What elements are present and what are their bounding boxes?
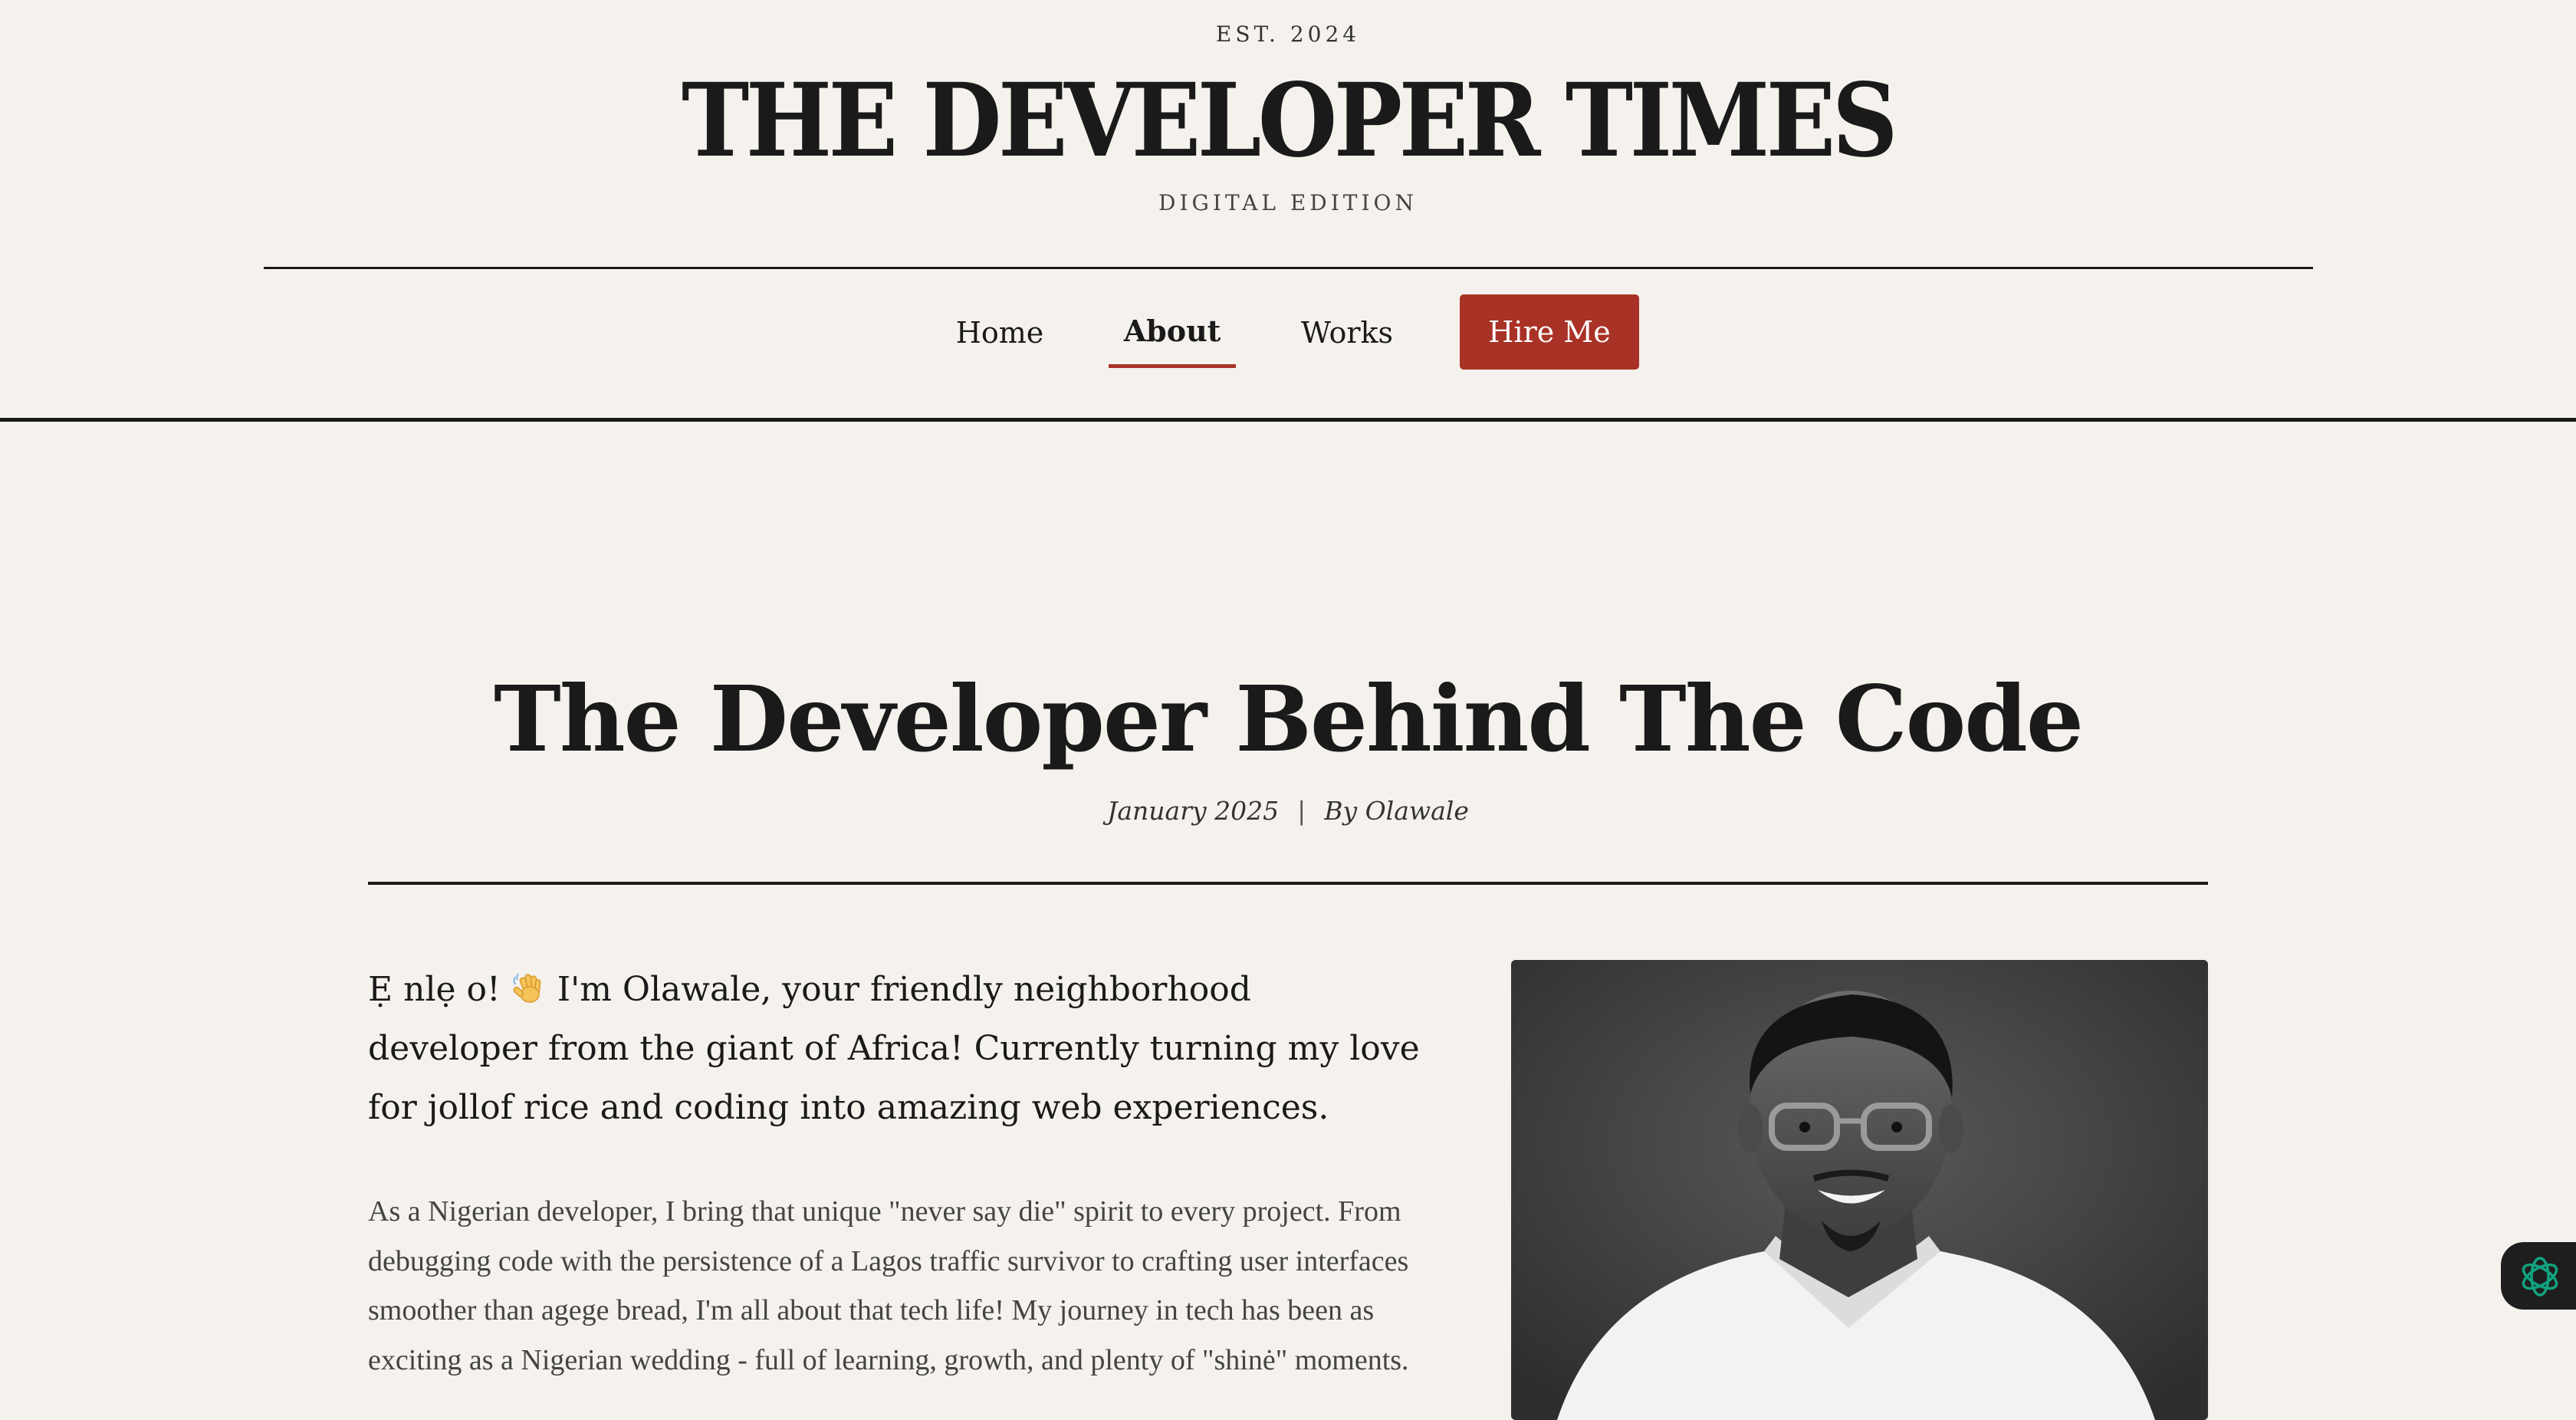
article-date: January 2025 — [1107, 796, 1280, 826]
lead-greeting: Ẹ nlẹ o! — [368, 970, 501, 1009]
established-label: EST. 2024 — [1215, 21, 1361, 47]
nav-works-link[interactable]: Works — [1291, 294, 1403, 368]
assistant-button[interactable] — [2501, 1242, 2576, 1310]
byline-separator: | — [1297, 796, 1306, 826]
article-title: The Developer Behind The Code — [494, 666, 2084, 772]
nav-about-link[interactable]: About — [1109, 294, 1236, 368]
nav-divider — [0, 418, 2576, 422]
article-byline: January 2025 | By Olawale — [0, 796, 2576, 826]
article-body: As a Nigerian developer, I bring that un… — [368, 1195, 1409, 1376]
edition-label: DIGITAL EDITION — [1158, 190, 1418, 215]
masthead: EST. 2024 THE DEVELOPER TIMES DIGITAL ED… — [0, 0, 2576, 422]
article-divider — [368, 882, 2208, 885]
main-nav: Home About Works Hire Me — [0, 294, 2576, 371]
article-lead: Ẹ nlẹ o! I'm Olawale, your friendly neig… — [368, 960, 1426, 1137]
waving-hand-icon — [511, 965, 547, 1003]
masthead-divider — [264, 267, 2313, 269]
author-photo — [1511, 960, 2208, 1420]
article-author: By Olawale — [1324, 796, 1469, 826]
hire-me-button[interactable]: Hire Me — [1460, 294, 1639, 370]
nav-home-link[interactable]: Home — [946, 294, 1053, 368]
site-title[interactable]: THE DEVELOPER TIMES — [129, 60, 2447, 182]
